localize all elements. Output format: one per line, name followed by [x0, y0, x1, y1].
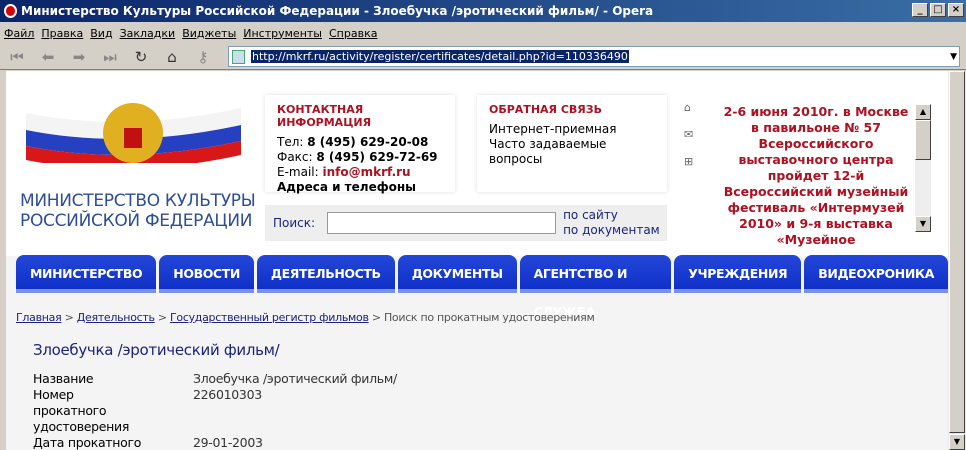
phone-value: 8 (495) 629-20-08 — [307, 135, 429, 149]
feedback-link-faq[interactable]: Часто задаваемые вопросы — [489, 137, 655, 167]
feedback-link-reception[interactable]: Интернет-приемная — [489, 122, 655, 137]
nav-activity[interactable]: ДЕЯТЕЛЬНОСТЬ — [256, 255, 395, 293]
menu-bar: Файл Правка Вид Закладки Виджеты Инструм… — [0, 22, 966, 44]
nav-agency[interactable]: АГЕНТСТВО И СЛУЖБА — [519, 255, 672, 319]
search-site-link[interactable]: по сайту — [563, 208, 660, 223]
detail-key: Номер прокатного удостоверения — [33, 387, 130, 434]
minimize-button[interactable]: _ — [912, 3, 928, 17]
search-panel: Поиск: по сайту по документам — [265, 205, 667, 241]
menu-file[interactable]: Файл — [4, 27, 34, 40]
toolbar: ⏮ ⬅ ➡ ⏭ ↻ ⌂ ⚷ http://mkrf.ru/activity/re… — [0, 44, 966, 70]
home-icon[interactable]: ⌂ — [684, 101, 693, 114]
addresses-rest: и телефоны — [327, 180, 416, 194]
contact-heading: КОНТАКТНАЯ ИНФОРМАЦИЯ — [277, 103, 372, 129]
menu-bookmarks[interactable]: Закладки — [120, 27, 176, 40]
detail-value: 29-01-2003 — [193, 435, 263, 450]
mail-icon[interactable]: ✉ — [684, 128, 693, 141]
contact-info-box: КОНТАКТНАЯ ИНФОРМАЦИЯ Тел: 8 (495) 629-2… — [265, 95, 455, 195]
forward-icon[interactable]: ➡ — [70, 48, 88, 66]
back-icon[interactable]: ⬅ — [39, 48, 57, 66]
site-header: МИНИСТЕРСТВО КУЛЬТУРЫ РОССИЙСКОЙ ФЕДЕРАЦ… — [6, 71, 948, 256]
breadcrumb-activity[interactable]: Деятельность — [77, 311, 155, 324]
email-label: E-mail: — [277, 165, 323, 179]
close-button[interactable]: × — [948, 3, 964, 17]
main-nav: МИНИСТЕРСТВО НОВОСТИ ДЕЯТЕЛЬНОСТЬ ДОКУМЕ… — [16, 255, 948, 319]
address-bar[interactable]: http://mkrf.ru/activity/register/certifi… — [228, 46, 960, 67]
breadcrumb-sep: > — [154, 311, 170, 324]
news-scroll-thumb[interactable] — [915, 120, 931, 160]
email-link[interactable]: info@mkrf.ru — [322, 165, 410, 179]
fax-line: Факс: 8 (495) 629-72-69 — [277, 150, 443, 165]
nav-video[interactable]: ВИДЕОХРОНИКА — [804, 255, 948, 293]
key-icon[interactable]: ⚷ — [194, 48, 212, 66]
rewind-icon[interactable]: ⏮ — [8, 48, 26, 66]
reload-icon[interactable]: ↻ — [132, 48, 150, 66]
fast-forward-icon[interactable]: ⏭ — [101, 48, 119, 66]
web-page: МИНИСТЕРСТВО КУЛЬТУРЫ РОССИЙСКОЙ ФЕДЕРАЦ… — [0, 71, 948, 450]
search-input[interactable] — [327, 212, 557, 234]
addresses-bold: Адреса — [277, 180, 328, 194]
flag-emblem-icon — [26, 103, 241, 163]
phone-label: Тел: — [277, 135, 308, 149]
breadcrumb-sep: > — [368, 311, 384, 324]
sitemap-icon[interactable]: ⊞ — [684, 155, 693, 168]
news-ticker: 2-6 июня 2010г. в Москве в павильоне № 5… — [723, 104, 909, 247]
email-line: E-mail: info@mkrf.ru — [277, 165, 443, 180]
home-icon[interactable]: ⌂ — [163, 48, 181, 66]
search-docs-link[interactable]: по документам — [563, 223, 660, 238]
scroll-down-icon[interactable]: ▼ — [915, 216, 931, 232]
feedback-box: ОБРАТНАЯ СВЯЗЬ Интернет-приемная Часто з… — [477, 95, 667, 192]
breadcrumb: Главная > Деятельность > Государственный… — [16, 311, 595, 324]
nav-news[interactable]: НОВОСТИ — [159, 255, 254, 293]
menu-help[interactable]: Справка — [329, 27, 377, 40]
page-title: Злоебучка /эротический фильм/ — [33, 341, 280, 359]
site-logo[interactable]: МИНИСТЕРСТВО КУЛЬТУРЫ РОССИЙСКОЙ ФЕДЕРАЦ… — [16, 83, 256, 248]
window-title: Министерство Культуры Российской Федерац… — [21, 4, 654, 18]
fax-value: 8 (495) 629-72-69 — [316, 150, 438, 164]
scroll-down-icon[interactable]: ▼ — [949, 434, 965, 450]
nav-documents[interactable]: ДОКУМЕНТЫ — [397, 255, 517, 293]
detail-row: Название Злоебучка /эротический фильм/ — [33, 371, 397, 387]
nav-institutions[interactable]: УЧРЕЖДЕНИЯ — [674, 255, 802, 293]
search-label: Поиск: — [273, 216, 316, 230]
details-table: Название Злоебучка /эротический фильм/ Но… — [33, 371, 397, 450]
title-bar: Министерство Культуры Российской Федерац… — [0, 0, 966, 22]
breadcrumb-home[interactable]: Главная — [16, 311, 62, 324]
breadcrumb-sep: > — [61, 311, 77, 324]
phone-line: Тел: 8 (495) 629-20-08 — [277, 135, 443, 150]
news-scrollbar[interactable]: ▲ ▼ — [915, 104, 931, 232]
detail-row: Дата прокатного удостоверения 29-01-2003 — [33, 435, 397, 450]
maximize-button[interactable]: □ — [930, 3, 946, 17]
addresses-link[interactable]: Адреса и телефоны — [277, 180, 443, 195]
fax-label: Факс: — [277, 150, 317, 164]
logo-text: МИНИСТЕРСТВО КУЛЬТУРЫ РОССИЙСКОЙ ФЕДЕРАЦ… — [20, 191, 256, 231]
detail-row: Номер прокатного удостоверения 226010303 — [33, 387, 397, 435]
detail-key: Дата прокатного удостоверения — [33, 435, 142, 450]
address-url[interactable]: http://mkrf.ru/activity/register/certifi… — [251, 50, 629, 63]
page-scrollbar[interactable]: ▼ — [948, 71, 966, 450]
menu-edit[interactable]: Правка — [41, 27, 83, 40]
address-dropdown-icon[interactable]: ▼ — [950, 52, 957, 62]
breadcrumb-current: Поиск по прокатным удостоверениям — [383, 311, 595, 324]
scroll-up-icon[interactable]: ▲ — [915, 104, 931, 120]
detail-value: 226010303 — [193, 387, 262, 402]
breadcrumb-film-register[interactable]: Государственный регистр фильмов — [170, 311, 369, 324]
page-icon — [232, 49, 245, 64]
opera-logo-icon — [4, 4, 17, 18]
logo-line-1: МИНИСТЕРСТВО КУЛЬТУРЫ — [20, 191, 256, 211]
detail-key: Название — [33, 371, 94, 386]
menu-view[interactable]: Вид — [90, 27, 112, 40]
nav-ministry[interactable]: МИНИСТЕРСТВО — [16, 255, 157, 293]
detail-value: Злоебучка /эротический фильм/ — [193, 371, 397, 386]
feedback-heading: ОБРАТНАЯ СВЯЗЬ — [489, 103, 602, 116]
menu-tools[interactable]: Инструменты — [243, 27, 322, 40]
header-icons: ⌂ ✉ ⊞ — [684, 101, 693, 168]
menu-widgets[interactable]: Виджеты — [182, 27, 236, 40]
logo-line-2: РОССИЙСКОЙ ФЕДЕРАЦИИ — [20, 211, 253, 231]
page-scroll-thumb[interactable] — [949, 71, 965, 433]
